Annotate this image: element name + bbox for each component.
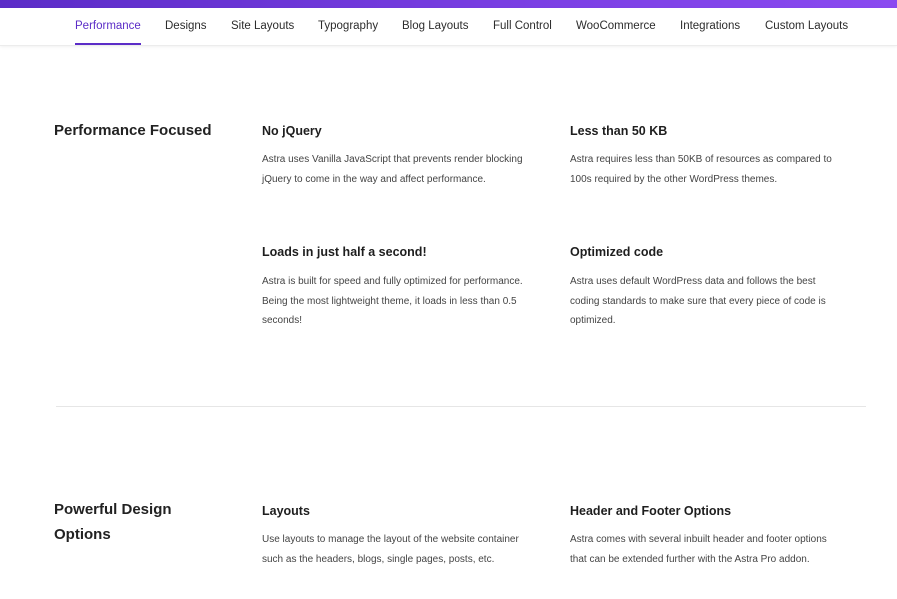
tab-blog-layouts[interactable]: Blog Layouts (402, 20, 469, 32)
feature-desc: Astra uses default WordPress data and fo… (570, 276, 826, 326)
feature-title: Loads in just half a second! (262, 245, 427, 259)
feature-desc: Astra requires less than 50KB of resourc… (570, 154, 832, 185)
top-accent-bar (0, 0, 897, 8)
feature-title: No jQuery (262, 124, 322, 138)
section-title-design-options: Powerful Design Options (54, 501, 172, 543)
tab-integrations[interactable]: Integrations (680, 20, 740, 32)
active-tab-indicator (75, 43, 141, 45)
tab-designs[interactable]: Designs (165, 20, 207, 32)
feature-title: Less than 50 KB (570, 124, 668, 138)
feature-desc: Astra is built for speed and fully optim… (262, 276, 523, 326)
feature-tabs-nav: Performance Designs Site Layouts Typogra… (0, 8, 897, 46)
tab-custom-layouts[interactable]: Custom Layouts (765, 20, 848, 32)
feature-title: Layouts (262, 504, 310, 518)
tab-typography[interactable]: Typography (318, 20, 378, 32)
tab-full-control[interactable]: Full Control (493, 20, 552, 32)
feature-desc: Astra uses Vanilla JavaScript that preve… (262, 154, 523, 185)
feature-desc: Use layouts to manage the layout of the … (262, 534, 519, 565)
tab-performance[interactable]: Performance (75, 20, 141, 32)
feature-title: Header and Footer Options (570, 504, 732, 518)
tab-site-layouts[interactable]: Site Layouts (231, 20, 294, 32)
tab-woocommerce[interactable]: WooCommerce (576, 20, 656, 32)
feature-title: Optimized code (570, 245, 664, 259)
section-divider (56, 406, 866, 407)
feature-desc: Astra comes with several inbuilt header … (570, 534, 827, 565)
section-title-performance: Performance Focused (54, 122, 212, 139)
